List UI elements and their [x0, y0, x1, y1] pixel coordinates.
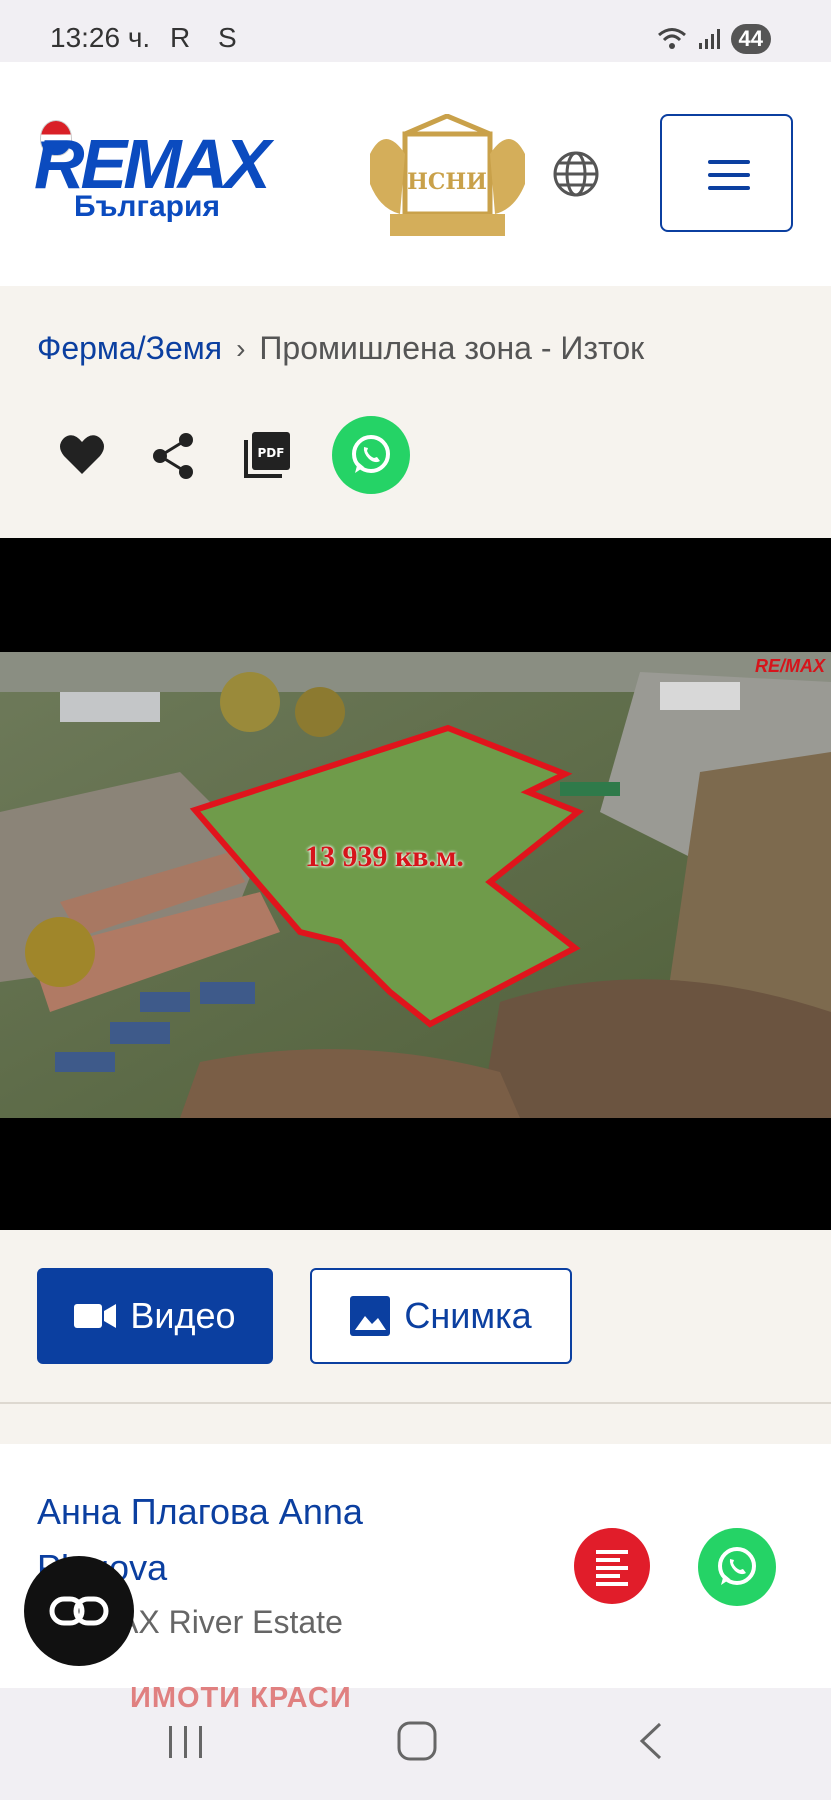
whatsapp-share-button[interactable] — [332, 416, 410, 494]
promo-banner-text[interactable]: ИМОТИ КРАСИ — [130, 1682, 352, 1715]
floating-link-button[interactable] — [24, 1556, 134, 1666]
pdf-label: PDF — [258, 446, 285, 460]
photo-button-label: Снимка — [404, 1295, 532, 1336]
link-icon — [49, 1596, 109, 1626]
whatsapp-icon — [352, 435, 390, 473]
video-button[interactable]: Видео — [37, 1268, 273, 1364]
agent-card: Анна Плагова Anna Plagova RE/MAX River E… — [0, 1444, 831, 1688]
video-button-label: Видео — [130, 1295, 236, 1336]
image-icon — [350, 1296, 391, 1336]
status-bar: 13:26 ч. R S 44 — [0, 0, 831, 62]
heart-icon[interactable] — [58, 432, 106, 476]
crest-text: НСНИ — [407, 169, 487, 195]
breadcrumb: Ферма/Земя › Промишлена зона - Изток — [37, 330, 644, 367]
section-divider — [0, 1402, 831, 1404]
pdf-icon[interactable]: PDF — [242, 430, 292, 480]
signal-icon — [698, 29, 720, 49]
hamburger-menu-icon — [708, 160, 750, 164]
area-label: 13 939 кв.м. — [305, 840, 464, 873]
listing-photo-viewer[interactable]: 13 939 кв.м. RE/MAX — [0, 538, 831, 1230]
globe-icon[interactable] — [550, 148, 602, 200]
site-header: REMAX България НСНИ — [0, 62, 831, 286]
back-icon[interactable] — [636, 1720, 666, 1762]
home-icon[interactable] — [396, 1720, 438, 1762]
crest-logo: НСНИ — [370, 114, 525, 236]
status-right: 44 — [657, 24, 771, 54]
breadcrumb-parent-link[interactable]: Ферма/Земя — [37, 330, 222, 367]
agent-whatsapp-button[interactable] — [698, 1528, 776, 1606]
remax-logo-sub: България — [74, 190, 220, 223]
share-icon[interactable] — [152, 432, 196, 480]
video-camera-icon — [74, 1304, 117, 1328]
menu-button[interactable] — [660, 114, 793, 232]
listing-actions: PDF — [56, 416, 456, 496]
system-nav-bar — [0, 1688, 831, 1800]
photo-button[interactable]: Снимка — [310, 1268, 572, 1364]
status-app-icons: R S — [170, 22, 247, 53]
recent-apps-icon[interactable] — [166, 1722, 206, 1762]
whatsapp-icon — [718, 1547, 756, 1585]
photo-watermark: RE/MAX — [754, 656, 825, 676]
listing-photo: 13 939 кв.м. RE/MAX — [0, 652, 831, 1118]
agent-listings-button[interactable] — [574, 1528, 650, 1604]
aerial-photo — [0, 652, 831, 1118]
breadcrumb-current: Промишлена зона - Изток — [259, 330, 645, 366]
status-time: 13:26 ч. — [50, 22, 151, 53]
list-icon — [596, 1550, 628, 1586]
battery-indicator: 44 — [730, 24, 771, 54]
chevron-right-icon: › — [236, 332, 246, 364]
wifi-icon — [657, 28, 686, 49]
